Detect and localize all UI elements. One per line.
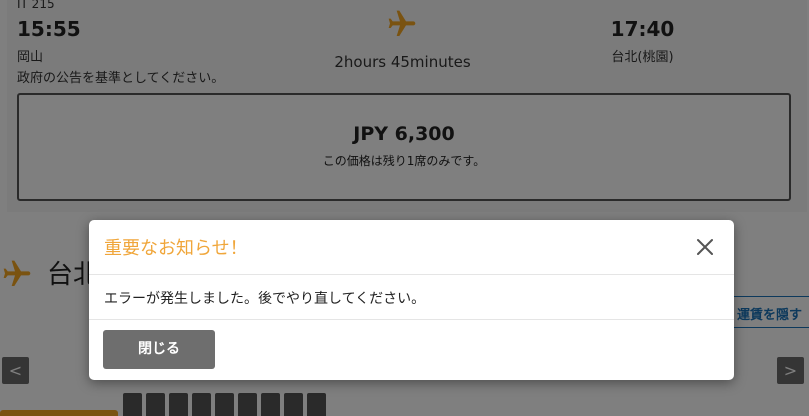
- modal-body: エラーが発生しました。後でやり直してください。: [89, 275, 734, 320]
- close-icon[interactable]: [695, 237, 715, 257]
- notice-modal: 重要なお知らせ！ エラーが発生しました。後でやり直してください。 閉じる: [89, 220, 734, 380]
- error-message: エラーが発生しました。後でやり直してください。: [104, 291, 426, 307]
- close-button[interactable]: 閉じる: [103, 330, 215, 369]
- modal-header: 重要なお知らせ！: [89, 220, 734, 275]
- modal-title: 重要なお知らせ！: [104, 238, 248, 259]
